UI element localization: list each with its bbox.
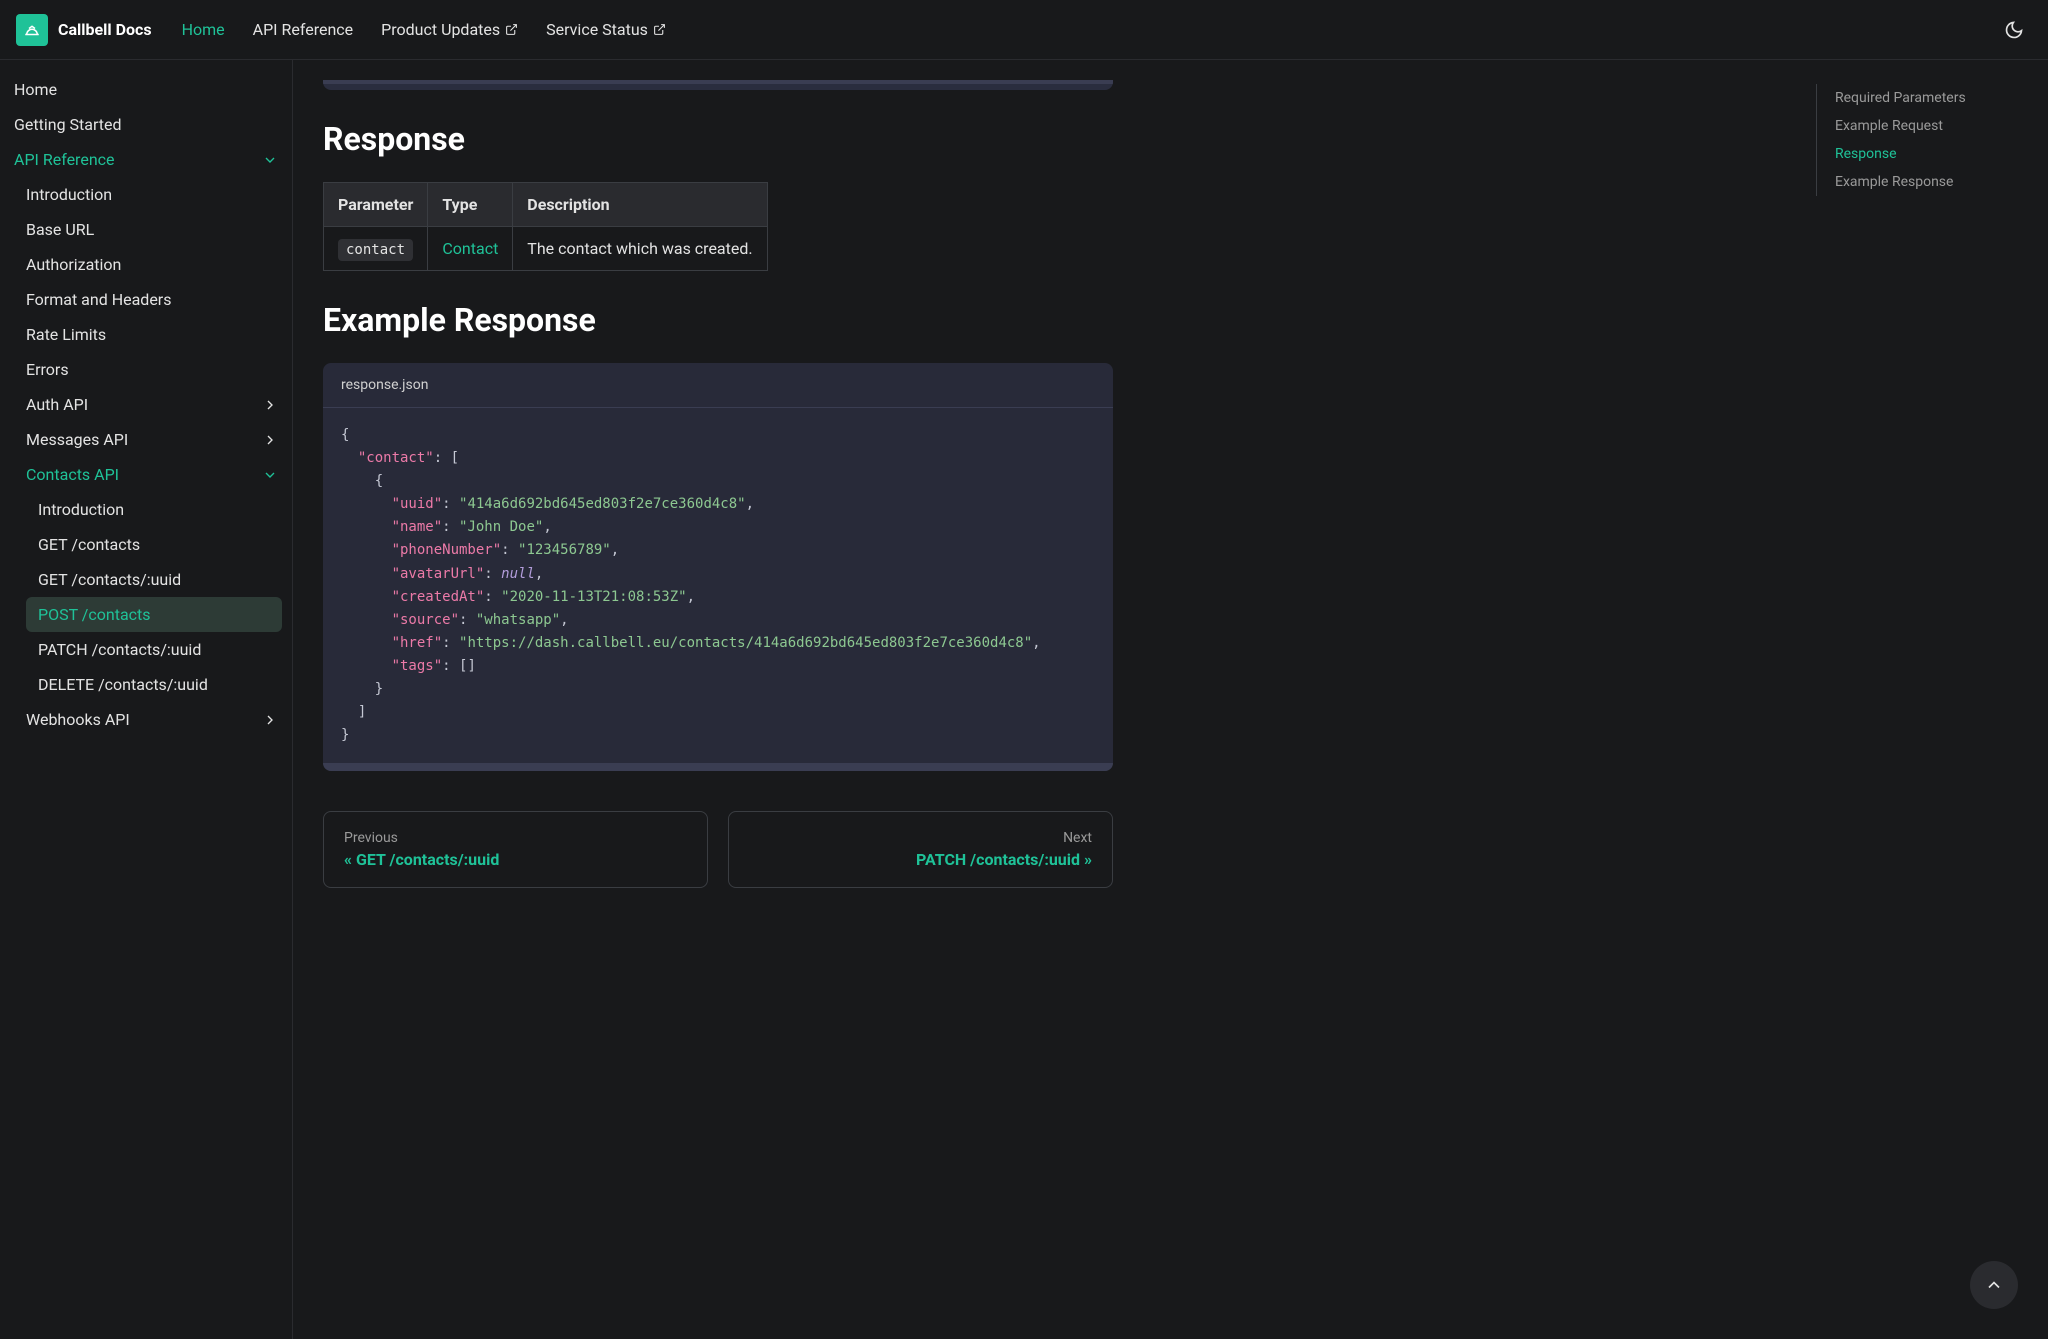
nav-api-reference[interactable]: API Reference <box>253 20 354 39</box>
sidebar-errors[interactable]: Errors <box>0 352 292 387</box>
sidebar-get-contacts-uuid[interactable]: GET /contacts/:uuid <box>0 562 292 597</box>
code-block: response.json { "contact": [ { "uuid": "… <box>323 363 1113 771</box>
sidebar-introduction[interactable]: Introduction <box>0 177 292 212</box>
sidebar-messages-api[interactable]: Messages API <box>0 422 292 457</box>
navbar: Callbell Docs Home API Reference Product… <box>0 0 2048 60</box>
heading-example-response: Example Response <box>323 301 1113 339</box>
pager-next-title: PATCH /contacts/:uuid » <box>749 850 1092 869</box>
sidebar-contacts-intro[interactable]: Introduction <box>0 492 292 527</box>
sidebar-post-contacts[interactable]: POST /contacts <box>26 597 282 632</box>
sidebar-rate-limits[interactable]: Rate Limits <box>0 317 292 352</box>
code-body: { "contact": [ { "uuid": "414a6d692bd645… <box>323 408 1113 763</box>
sidebar-auth-api-label: Auth API <box>26 395 88 414</box>
nav-home[interactable]: Home <box>182 20 225 39</box>
brand-wrap[interactable]: Callbell Docs <box>16 14 152 46</box>
response-table: Parameter Type Description contact Conta… <box>323 182 768 271</box>
pager-next-label: Next <box>749 830 1092 846</box>
sidebar-messages-api-label: Messages API <box>26 430 128 449</box>
previous-code-block-tail <box>323 80 1113 90</box>
th-parameter: Parameter <box>324 183 428 227</box>
sidebar-api-reference[interactable]: API Reference <box>0 142 292 177</box>
sidebar-delete-contacts[interactable]: DELETE /contacts/:uuid <box>0 667 292 702</box>
desc-contact: The contact which was created. <box>513 227 767 271</box>
pager: Previous « GET /contacts/:uuid Next PATC… <box>323 811 1113 888</box>
sidebar-format-headers[interactable]: Format and Headers <box>0 282 292 317</box>
sidebar-patch-contacts[interactable]: PATCH /contacts/:uuid <box>0 632 292 667</box>
main-content: Response Parameter Type Description cont… <box>293 60 1798 1339</box>
brand-text: Callbell Docs <box>58 20 152 39</box>
sidebar-webhooks-api-label: Webhooks API <box>26 710 130 729</box>
pager-prev[interactable]: Previous « GET /contacts/:uuid <box>323 811 708 888</box>
nav-product-updates[interactable]: Product Updates <box>381 20 518 39</box>
nav-service-status-label: Service Status <box>546 20 648 39</box>
toc-example-response[interactable]: Example Response <box>1835 168 2030 196</box>
sidebar-contacts-api-label: Contacts API <box>26 465 119 484</box>
sidebar-get-contacts[interactable]: GET /contacts <box>0 527 292 562</box>
scroll-to-top-button[interactable] <box>1970 1261 2018 1309</box>
chevron-up-icon <box>1984 1275 2004 1295</box>
chevron-down-icon <box>262 467 278 483</box>
logo-icon <box>16 14 48 46</box>
th-type: Type <box>428 183 513 227</box>
table-row: contact Contact The contact which was cr… <box>324 227 768 271</box>
sidebar-auth-api[interactable]: Auth API <box>0 387 292 422</box>
chevron-right-icon <box>262 432 278 448</box>
chevron-right-icon <box>262 712 278 728</box>
heading-response: Response <box>323 120 1113 158</box>
param-contact: contact <box>338 239 413 261</box>
chevron-right-icon <box>262 397 278 413</box>
toc-required-params[interactable]: Required Parameters <box>1835 84 2030 112</box>
sidebar-home[interactable]: Home <box>0 72 292 107</box>
sidebar-getting-started[interactable]: Getting Started <box>0 107 292 142</box>
nav-links: Home API Reference Product Updates Servi… <box>182 20 666 39</box>
nav-service-status[interactable]: Service Status <box>546 20 666 39</box>
external-link-icon <box>653 23 666 36</box>
th-description: Description <box>513 183 767 227</box>
sidebar-base-url[interactable]: Base URL <box>0 212 292 247</box>
moon-icon <box>2004 20 2024 40</box>
table-of-contents: Required Parameters Example Request Resp… <box>1798 60 2048 1339</box>
pager-prev-title: « GET /contacts/:uuid <box>344 850 687 869</box>
code-scrollbar[interactable] <box>323 763 1113 771</box>
nav-right <box>1996 12 2032 48</box>
sidebar-webhooks-api[interactable]: Webhooks API <box>0 702 292 737</box>
theme-toggle[interactable] <box>1996 12 2032 48</box>
nav-product-updates-label: Product Updates <box>381 20 500 39</box>
sidebar-authorization[interactable]: Authorization <box>0 247 292 282</box>
chevron-down-icon <box>262 152 278 168</box>
sidebar-api-reference-label: API Reference <box>14 150 115 169</box>
sidebar-contacts-api[interactable]: Contacts API <box>0 457 292 492</box>
code-filename: response.json <box>323 363 1113 408</box>
toc-response[interactable]: Response <box>1835 140 2030 168</box>
sidebar: Home Getting Started API Reference Intro… <box>0 60 293 1339</box>
external-link-icon <box>505 23 518 36</box>
toc-example-request[interactable]: Example Request <box>1835 112 2030 140</box>
pager-prev-label: Previous <box>344 830 687 846</box>
pager-next[interactable]: Next PATCH /contacts/:uuid » <box>728 811 1113 888</box>
type-contact-link[interactable]: Contact <box>442 239 498 258</box>
